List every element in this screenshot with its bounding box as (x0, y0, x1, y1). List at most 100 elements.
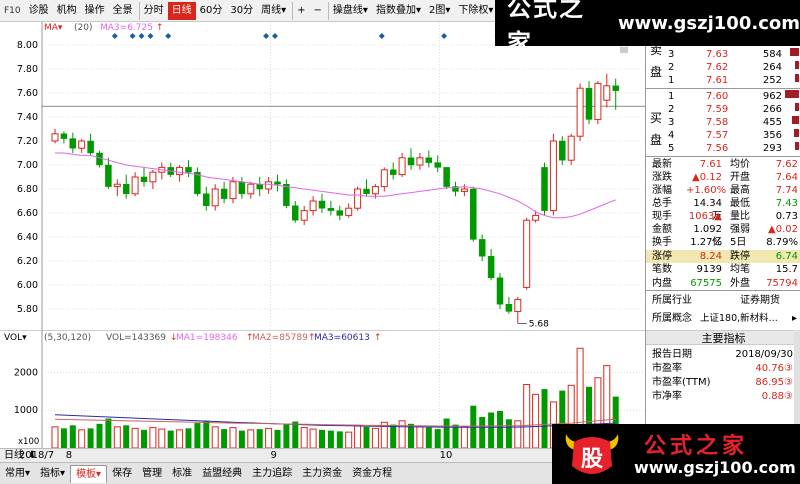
toolbar-item[interactable]: 指数叠加▾ (372, 2, 425, 20)
quote-value: 1.27% (690, 237, 722, 248)
indicator-value: 2018/09/30 (735, 349, 793, 360)
toolbar-item[interactable]: 2图▾ (425, 2, 454, 20)
quote-value: 8.79% (766, 237, 798, 248)
watermark-top: 公式之家 www.gszj100.com (495, 0, 800, 57)
indicator-tab[interactable]: 主力追踪 (247, 465, 297, 483)
toolbar-item[interactable]: 分时 (138, 1, 168, 20)
order-book-row[interactable]: 2 7.62 264 (646, 61, 800, 74)
volume-bar (345, 431, 353, 448)
volume-bar (167, 430, 174, 448)
toolbar-item[interactable]: 全景 (109, 2, 137, 20)
quote-value: 7.61 (699, 159, 722, 170)
order-price: 7.57 (706, 130, 729, 141)
order-level: 4 (668, 130, 675, 141)
indicator-tab[interactable]: 资金方程 (347, 465, 397, 483)
order-price: 7.60 (706, 91, 729, 102)
vol-tick-label: 2000 (14, 367, 38, 378)
indicator-tab[interactable]: 标准 (167, 465, 197, 483)
ma-up-arrow-icon: ↑ (156, 23, 164, 33)
order-book-row[interactable]: 1 7.61 252 (646, 74, 800, 87)
price-tick-label: 7.20 (17, 136, 38, 147)
toolbar-item[interactable]: 日线 (167, 1, 196, 20)
order-level: 3 (668, 49, 675, 60)
order-book-row[interactable]: 4 7.57 356 (646, 129, 800, 142)
order-level: 3 (668, 117, 675, 128)
ma-selector[interactable]: MA▾ (44, 23, 63, 33)
toolbar-item[interactable]: 诊股 (25, 2, 53, 20)
order-volume: 266 (762, 104, 782, 115)
quote-label: 外盘 (730, 278, 750, 289)
quote-value: 1063▲ (688, 211, 722, 222)
quote-row: 涨跌 ▲0.12 开盘 7.64 (646, 171, 800, 184)
volume-bar (505, 419, 512, 448)
toolbar-item[interactable]: 机构 (53, 2, 81, 20)
quote-row: 涨幅 +1.60% 最高 7.74 (646, 184, 800, 197)
candlestick-chart[interactable]: 8.00 7.80 7.60 7.40 7.20 7.00 6.80 6.60 6.40 6.20… (0, 22, 645, 346)
indicator-label: 市净率 (652, 391, 682, 402)
volume-bar (336, 431, 343, 448)
indicator-tab[interactable]: 管理 (137, 465, 167, 483)
price-tick-label: 8.00 (17, 40, 38, 51)
indicator-label: 市盈率(TTM) (652, 377, 711, 388)
volume-bar (229, 427, 237, 448)
volume-bar (354, 424, 362, 448)
f10-button[interactable]: F10 (0, 2, 25, 20)
order-volume-bar (794, 142, 799, 150)
order-book-row[interactable]: 2 7.59 266 (646, 103, 800, 116)
order-book-row[interactable]: 3 7.63 584 (646, 48, 800, 61)
watermark-url: www.gszj100.com (617, 12, 800, 34)
volume-bar (105, 418, 112, 448)
price-tick-label: 6.40 (17, 232, 38, 243)
indicator-tab[interactable]: 常用▾ (0, 465, 35, 483)
toolbar-item[interactable]: 操盘线▾ (327, 1, 372, 20)
volume-chart[interactable]: VOL▾ (5,30,120) VOL=143369 ↓MA1=198346 ↑MA2=… (0, 330, 645, 448)
volume-bar (300, 427, 308, 448)
toolbar-item[interactable]: − (310, 2, 326, 20)
vol-scale-label: x100 (18, 437, 39, 447)
price-tick-label: 6.80 (17, 184, 38, 195)
industry-value: 证券期货 (740, 295, 780, 306)
volume-bar (265, 427, 273, 448)
concept-expand-icon[interactable]: ▸ (792, 312, 797, 325)
indicator-tab[interactable]: 益盟经典 (197, 465, 247, 483)
toolbar-item[interactable]: 下除权▾ (454, 2, 497, 20)
order-book-row[interactable]: 3 7.58 455 (646, 116, 800, 129)
quote-value: 75794 (766, 278, 798, 289)
volume-bar (69, 425, 76, 448)
quote-label: 总手 (652, 198, 672, 209)
volume-bar (292, 421, 299, 448)
candle (354, 186, 362, 211)
order-book-row[interactable]: 1 7.60 962 (646, 90, 800, 103)
concept-row[interactable]: 所属概念 上证180,新材料... ▸ (646, 312, 800, 325)
indicator-value: 0.88③ (761, 391, 793, 402)
vol-up-arrow-icon: ↑ (374, 333, 382, 343)
volume-bar (176, 429, 184, 448)
toolbar-item[interactable]: 操作 (81, 2, 109, 20)
quote-value: 9139 (696, 264, 722, 275)
toolbar-item[interactable]: 30分 (226, 2, 257, 20)
toolbar-item[interactable]: + (292, 1, 309, 20)
order-level: 2 (668, 62, 675, 73)
order-volume: 264 (762, 62, 782, 73)
indicator-tab[interactable]: 模板▾ (70, 464, 108, 483)
quote-label: 内盘 (652, 278, 672, 289)
order-book-row[interactable]: 5 7.56 293 (646, 142, 800, 155)
volume-bar (51, 426, 59, 448)
indicator-row: 市盈率(TTM) 86.95③ (646, 376, 800, 389)
quote-label: 最高 (730, 185, 750, 196)
volume-bar (523, 384, 531, 448)
price-tick-label: 6.00 (17, 280, 38, 291)
toolbar-item[interactable]: 周线▾ (257, 2, 290, 20)
indicator-tab[interactable]: 主力资金 (297, 465, 347, 483)
industry-row[interactable]: 所属行业 证券期货 (646, 294, 800, 307)
indicators-header: 主要指标 (646, 330, 800, 345)
price-tick-label: 7.80 (17, 64, 38, 75)
vol-selector[interactable]: VOL▾ (4, 333, 27, 343)
quote-label: 最新 (652, 159, 672, 170)
indicator-tab[interactable]: 保存 (107, 465, 137, 483)
toolbar-item[interactable]: 60分 (196, 2, 227, 20)
order-level: 2 (668, 104, 675, 115)
vol-ma2: MA2=85789 (252, 333, 308, 343)
concept-value: 上证180,新材料... (700, 313, 778, 324)
indicator-tab[interactable]: 指标▾ (35, 465, 70, 483)
